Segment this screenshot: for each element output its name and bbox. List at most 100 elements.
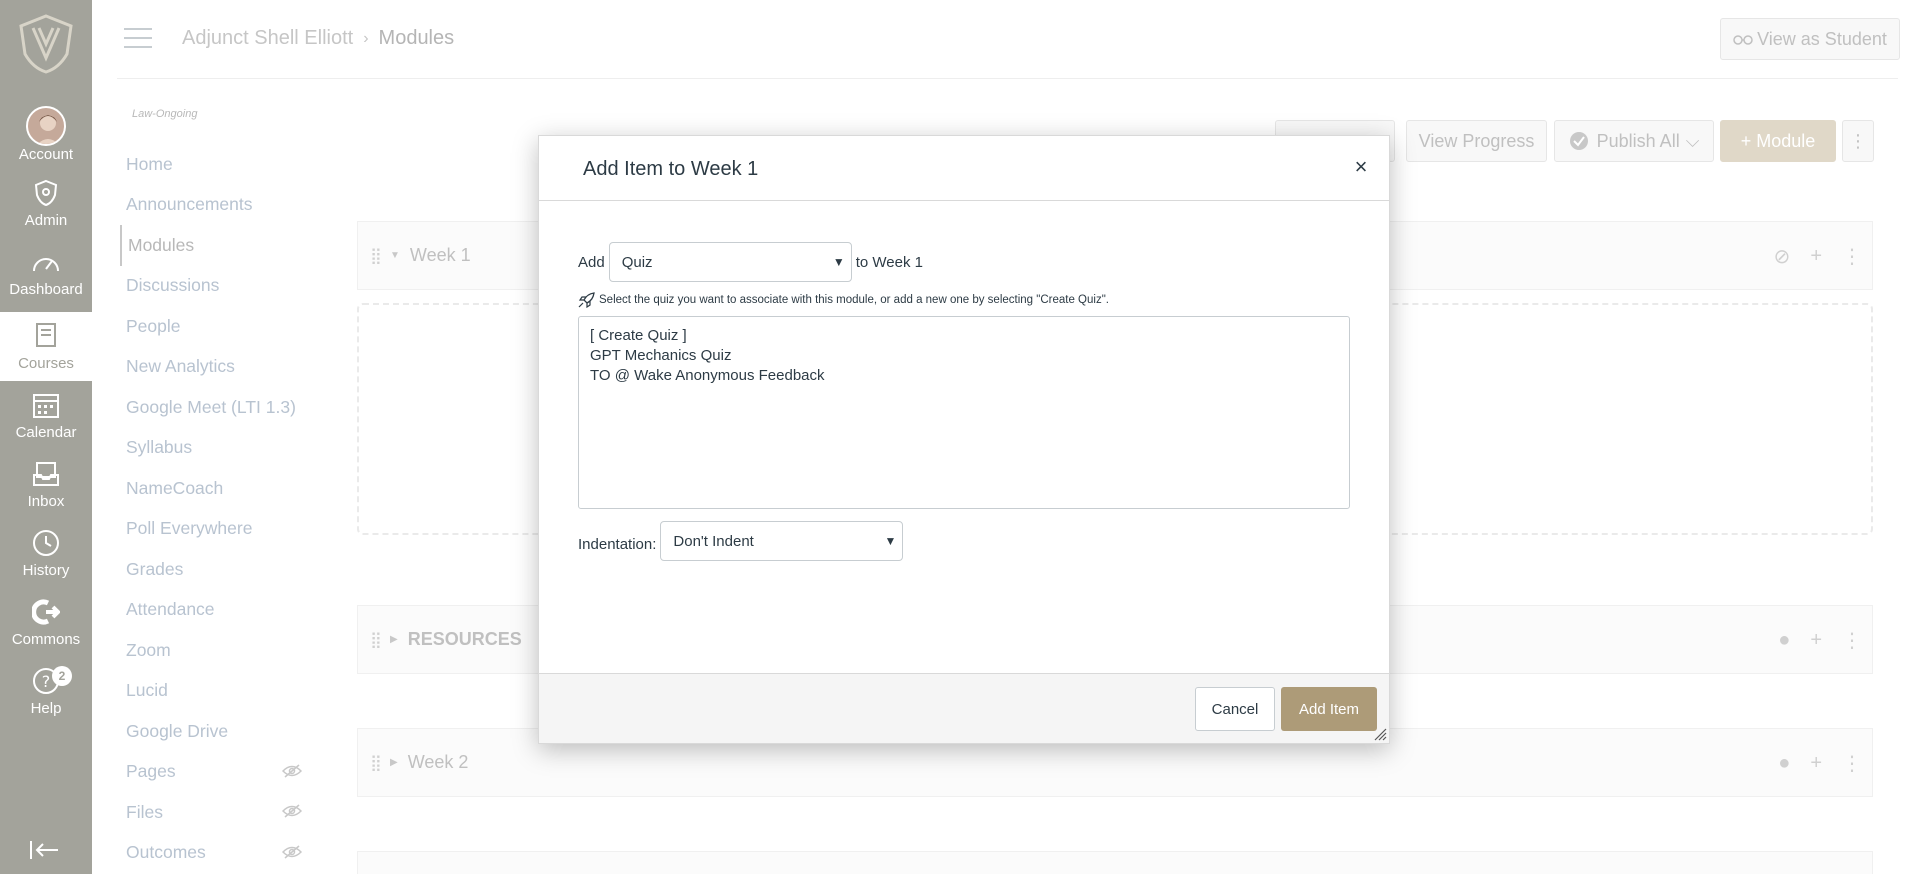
course-nav-attendance[interactable]: Attendance xyxy=(120,590,310,631)
close-icon[interactable]: × xyxy=(1349,154,1373,179)
dashboard-icon xyxy=(31,247,61,277)
gnav-account[interactable]: Account xyxy=(0,100,92,169)
course-nav-label: Google Drive xyxy=(126,720,229,741)
published-check-icon[interactable]: ● xyxy=(1778,629,1790,652)
kebab-menu-icon[interactable]: ⋮ xyxy=(1842,751,1862,776)
course-nav-new-analytics[interactable]: New Analytics xyxy=(120,347,310,388)
book-icon xyxy=(31,321,61,351)
gnav-help[interactable]: ? 2 Help xyxy=(0,657,92,726)
course-nav-label: Modules xyxy=(128,234,195,255)
caret-right-icon[interactable]: ▶ xyxy=(390,757,398,768)
breadcrumb-current: Modules xyxy=(378,27,455,49)
indentation-label: Indentation: xyxy=(578,535,657,553)
shield-icon xyxy=(31,178,61,208)
course-nav-grades[interactable]: Grades xyxy=(120,549,310,590)
kebab-menu-icon[interactable]: ⋮ xyxy=(1842,244,1862,269)
course-nav-label: NameCoach xyxy=(126,477,224,498)
resize-handle-icon[interactable] xyxy=(1373,727,1387,741)
breadcrumb-course[interactable]: Adjunct Shell Elliott xyxy=(182,27,353,50)
help-badge: 2 xyxy=(52,666,72,686)
gnav-label: Inbox xyxy=(27,493,65,510)
listbox-option[interactable]: TO @ Wake Anonymous Feedback xyxy=(590,366,1338,386)
quiz-listbox[interactable]: [ Create Quiz ] GPT Mechanics Quiz TO @ … xyxy=(578,316,1350,509)
kebab-menu-icon[interactable]: ⋮ xyxy=(1842,628,1862,653)
gnav-dashboard[interactable]: Dashboard xyxy=(0,238,92,307)
chevron-down-icon: ▼ xyxy=(884,534,897,548)
dialog-hint: Select the quiz you want to associate wi… xyxy=(578,292,1109,308)
course-nav-home[interactable]: Home xyxy=(120,144,310,185)
chevron-down-icon: ▼ xyxy=(832,255,845,269)
course-nav-label: Grades xyxy=(126,558,184,579)
module-title: RESOURCES xyxy=(407,629,522,649)
indentation-select[interactable]: Don't Indent ▼ xyxy=(660,521,904,561)
add-item-icon[interactable]: + xyxy=(1810,629,1822,652)
cancel-button[interactable]: Cancel xyxy=(1195,687,1275,731)
course-nav-pages[interactable]: Pages xyxy=(120,752,310,793)
course-nav-poll-everywhere[interactable]: Poll Everywhere xyxy=(120,509,310,550)
course-nav-zoom[interactable]: Zoom xyxy=(120,630,310,671)
course-nav-label: Pages xyxy=(126,761,176,782)
indentation-row: Indentation: Don't Indent ▼ xyxy=(578,521,904,561)
publish-all-button[interactable]: Publish All ⌵ xyxy=(1554,120,1714,162)
listbox-option[interactable]: GPT Mechanics Quiz xyxy=(590,346,1338,366)
course-nav-discussions[interactable]: Discussions xyxy=(120,266,310,307)
breadcrumb: Adjunct Shell Elliott › Modules xyxy=(182,27,454,50)
gnav-inbox[interactable]: Inbox xyxy=(0,450,92,519)
course-nav-label: Zoom xyxy=(126,639,171,660)
to-module-label: to Week 1 xyxy=(855,253,923,271)
unpublished-icon[interactable]: ⊘ xyxy=(1774,244,1791,269)
add-module-label: + Module xyxy=(1740,130,1816,151)
view-as-student-button[interactable]: View as Student xyxy=(1720,18,1900,60)
gnav-courses[interactable]: Courses xyxy=(0,312,92,381)
item-type-value: Quiz xyxy=(621,253,653,271)
caret-down-icon[interactable]: ▼ xyxy=(390,250,400,261)
course-nav-label: Outcomes xyxy=(126,842,206,863)
published-check-icon[interactable]: ● xyxy=(1778,752,1790,775)
listbox-option[interactable]: [ Create Quiz ] xyxy=(590,326,1338,346)
global-nav: Account Admin Dashboard Courses Calendar… xyxy=(0,0,92,874)
gnav-calendar[interactable]: Calendar xyxy=(0,381,92,450)
course-nav-announcements[interactable]: Announcements xyxy=(120,185,310,226)
dialog-header: Add Item to Week 1 × xyxy=(539,136,1389,201)
university-logo-icon[interactable] xyxy=(19,14,73,74)
drag-handle-icon[interactable]: ⣿ xyxy=(370,630,386,650)
course-nav-google-meet[interactable]: Google Meet (LTI 1.3) xyxy=(120,387,310,428)
item-type-select[interactable]: Quiz ▼ xyxy=(608,242,852,282)
gnav-history[interactable]: History xyxy=(0,519,92,588)
drag-handle-icon[interactable]: ⣿ xyxy=(370,246,386,266)
view-as-student-label: View as Student xyxy=(1757,28,1887,49)
course-nav: Home Announcements Modules Discussions P… xyxy=(120,144,310,873)
course-menu-toggle[interactable] xyxy=(124,28,152,50)
gnav-label: Calendar xyxy=(15,424,77,441)
gnav-admin[interactable]: Admin xyxy=(0,169,92,238)
gnav-commons[interactable]: Commons xyxy=(0,588,92,657)
breadcrumb-separator: › xyxy=(363,29,369,47)
header-divider xyxy=(117,78,1898,79)
add-item-icon[interactable]: + xyxy=(1810,752,1822,775)
add-label: Add xyxy=(578,253,605,271)
course-nav-files[interactable]: Files xyxy=(120,792,310,833)
course-nav-label: Google Meet (LTI 1.3) xyxy=(126,396,296,417)
indentation-value: Don't Indent xyxy=(673,532,754,550)
course-nav-namecoach[interactable]: NameCoach xyxy=(120,468,310,509)
add-item-button[interactable]: Add Item xyxy=(1281,687,1377,731)
course-nav-google-drive[interactable]: Google Drive xyxy=(120,711,310,752)
drag-handle-icon[interactable]: ⣿ xyxy=(370,753,386,773)
eye-slash-icon xyxy=(282,844,302,859)
add-item-icon[interactable]: + xyxy=(1810,245,1822,268)
collapse-nav-icon[interactable] xyxy=(28,838,64,862)
caret-right-icon[interactable]: ▶ xyxy=(390,634,398,645)
add-module-button[interactable]: + Module xyxy=(1720,120,1836,162)
course-nav-modules[interactable]: Modules xyxy=(120,225,310,266)
course-nav-label: Lucid xyxy=(126,680,168,701)
course-nav-syllabus[interactable]: Syllabus xyxy=(120,428,310,469)
check-circle-icon xyxy=(1569,132,1588,150)
course-nav-outcomes[interactable]: Outcomes xyxy=(120,833,310,874)
course-nav-label: Announcements xyxy=(126,194,253,215)
course-nav-lucid[interactable]: Lucid xyxy=(120,671,310,712)
course-nav-people[interactable]: People xyxy=(120,306,310,347)
kebab-menu-icon[interactable]: ⋮ xyxy=(1842,120,1874,162)
course-nav-label: Poll Everywhere xyxy=(126,518,253,539)
view-progress-button[interactable]: View Progress xyxy=(1406,120,1547,162)
eye-slash-icon xyxy=(282,763,302,778)
